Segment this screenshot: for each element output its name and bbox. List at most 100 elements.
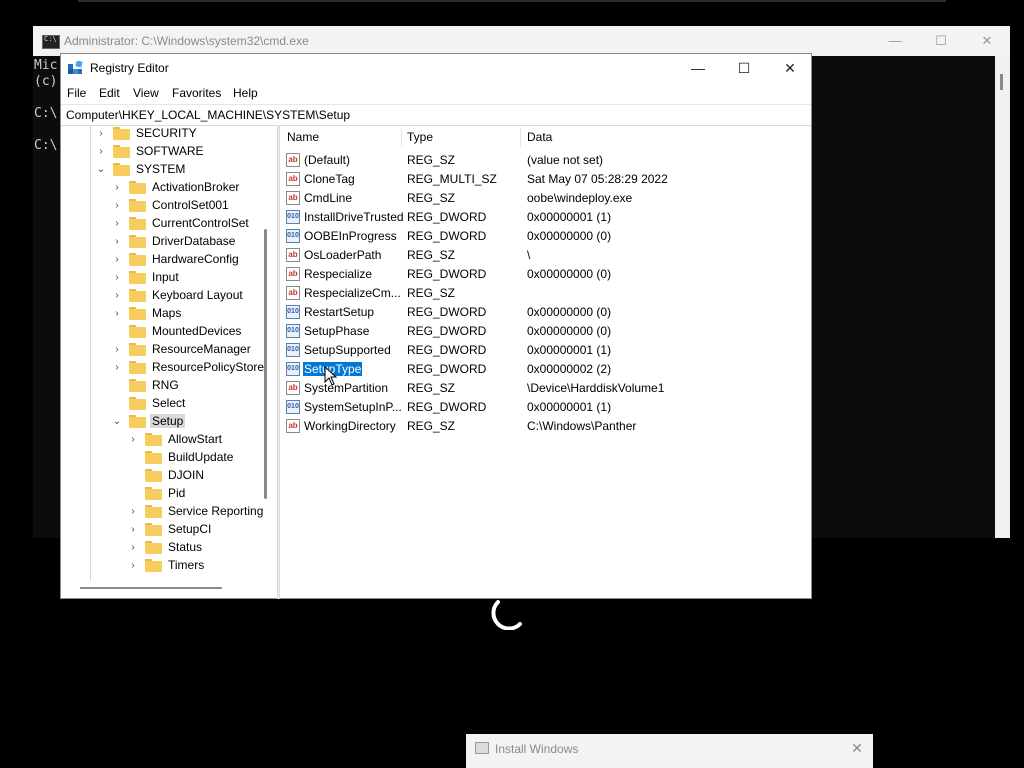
value-row[interactable]: ab (Default) REG_SZ (value not set): [286, 151, 806, 170]
cmd-scrollbar-thumb[interactable]: [1000, 74, 1003, 90]
value-name: RespecializeCm...: [304, 286, 401, 300]
tree-item-label: DJOIN: [168, 468, 204, 482]
value-row[interactable]: 010 SystemSetupInP... REG_DWORD 0x00000001 …: [286, 398, 806, 417]
registry-editor-window[interactable]: Registry Editor — ☐ ✕ File Edit View Fav…: [60, 53, 812, 599]
chevron-right-icon[interactable]: ›: [111, 290, 123, 302]
cmd-scrollbar[interactable]: [995, 56, 1010, 538]
value-row[interactable]: 010 InstallDriveTrusted REG_DWORD 0x0000000…: [286, 208, 806, 227]
regedit-close-button[interactable]: ✕: [767, 54, 813, 82]
tree-item-label: Input: [152, 270, 179, 284]
chevron-right-icon[interactable]: ›: [111, 200, 123, 212]
folder-icon: [129, 271, 146, 284]
tree-item-label: Maps: [152, 306, 182, 320]
regedit-minimize-button[interactable]: —: [675, 54, 721, 82]
value-row[interactable]: 010 OOBEInProgress REG_DWORD 0x00000000 (0): [286, 227, 806, 246]
cmd-title-bar[interactable]: Administrator: C:\Windows\system32\cmd.e…: [33, 26, 1010, 56]
cmd-maximize-button[interactable]: ☐: [918, 26, 964, 56]
loading-spinner-icon: [491, 600, 522, 630]
menu-view[interactable]: View: [133, 86, 159, 100]
menu-favorites[interactable]: Favorites: [172, 86, 221, 100]
column-separator[interactable]: [401, 127, 402, 147]
value-row[interactable]: ab CloneTag REG_MULTI_SZ Sat May 07 05:28:2…: [286, 170, 806, 189]
menu-file[interactable]: File: [67, 86, 86, 100]
tree-item-label: DriverDatabase: [152, 234, 236, 248]
chevron-right-icon[interactable]: ›: [111, 254, 123, 266]
chevron-right-icon[interactable]: ›: [111, 218, 123, 230]
install-windows-window[interactable]: Install Windows ✕: [466, 734, 873, 768]
value-row[interactable]: 010 SetupSupported REG_DWORD 0x00000001 (1): [286, 341, 806, 360]
tree-item-label: CurrentControlSet: [152, 216, 249, 230]
binary-value-icon: 010: [286, 305, 300, 319]
chevron-right-icon[interactable]: ›: [127, 434, 139, 446]
value-row[interactable]: 010 RestartSetup REG_DWORD 0x00000000 (0): [286, 303, 806, 322]
string-value-icon: ab: [286, 172, 300, 186]
tree-item-label: SYSTEM: [136, 162, 186, 176]
value-type: REG_DWORD: [407, 362, 487, 376]
tree-item-label: RNG: [152, 378, 179, 392]
tree-item-label: Select: [152, 396, 186, 410]
value-row[interactable]: ab SystemPartition REG_SZ \Device\HarddiskV…: [286, 379, 806, 398]
folder-icon: [145, 451, 162, 464]
key-tree-pane[interactable]: › SECURITY › SOFTWARE ⌄ SYSTEM › ActivationBrok…: [61, 125, 277, 599]
value-name: OsLoaderPath: [304, 248, 382, 262]
chevron-right-icon[interactable]: ›: [127, 542, 139, 554]
value-name: CloneTag: [304, 172, 355, 186]
tree-horizontal-scrollbar-thumb[interactable]: [80, 587, 222, 589]
value-row[interactable]: ab CmdLine REG_SZ oobe\windeploy.exe: [286, 189, 806, 208]
chevron-right-icon[interactable]: ›: [111, 308, 123, 320]
value-row[interactable]: ab OsLoaderPath REG_SZ \: [286, 246, 806, 265]
chevron-right-icon[interactable]: ›: [95, 146, 107, 158]
chevron-right-icon[interactable]: ›: [111, 344, 123, 356]
folder-icon: [129, 235, 146, 248]
regedit-title-bar[interactable]: Registry Editor — ☐ ✕: [61, 54, 811, 82]
column-header-type[interactable]: Type: [407, 125, 433, 149]
column-header-data[interactable]: Data: [527, 125, 552, 149]
value-data: 0x00000001 (1): [527, 400, 612, 414]
regedit-maximize-button[interactable]: ☐: [721, 54, 767, 82]
chevron-right-icon[interactable]: ›: [95, 128, 107, 140]
address-path[interactable]: Computer\HKEY_LOCAL_MACHINE\SYSTEM\Setup: [66, 108, 350, 122]
folder-icon: [129, 307, 146, 320]
value-row[interactable]: ab Respecialize REG_DWORD 0x00000000 (0): [286, 265, 806, 284]
menu-help[interactable]: Help: [233, 86, 258, 100]
cmd-minimize-button[interactable]: —: [872, 26, 918, 56]
folder-icon: [145, 469, 162, 482]
chevron-down-icon[interactable]: ⌄: [95, 164, 107, 176]
column-separator[interactable]: [520, 127, 521, 147]
chevron-right-icon[interactable]: ›: [127, 560, 139, 572]
tree-vertical-scrollbar[interactable]: [264, 129, 268, 569]
values-list-pane[interactable]: Name Type Data ab (Default) REG_SZ (value n…: [280, 125, 811, 599]
chevron-right-icon[interactable]: ›: [111, 182, 123, 194]
value-data: 0x00000000 (0): [527, 305, 612, 319]
value-type: REG_MULTI_SZ: [407, 172, 497, 186]
menu-edit[interactable]: Edit: [99, 86, 120, 100]
string-value-icon: ab: [286, 419, 300, 433]
value-name: SetupSupported: [304, 343, 391, 357]
value-row[interactable]: 010 SetupPhase REG_DWORD 0x00000000 (0): [286, 322, 806, 341]
setup-icon: [475, 742, 489, 754]
value-name: OOBEInProgress: [304, 229, 397, 243]
tree-guide-line: [90, 125, 91, 581]
value-row[interactable]: ab WorkingDirectory REG_SZ C:\Windows\Panth…: [286, 417, 806, 436]
chevron-right-icon[interactable]: ›: [111, 362, 123, 374]
value-row[interactable]: ab RespecializeCm... REG_SZ: [286, 284, 806, 303]
value-name: WorkingDirectory: [304, 419, 396, 433]
column-header-name[interactable]: Name: [287, 125, 319, 149]
value-row[interactable]: 010 SetupType REG_DWORD 0x00000002 (2): [286, 360, 806, 379]
chevron-down-icon[interactable]: ⌄: [111, 416, 123, 428]
address-bar[interactable]: Computer\HKEY_LOCAL_MACHINE\SYSTEM\Setup: [61, 104, 811, 126]
background-window-edge: [78, 0, 946, 2]
chevron-right-icon[interactable]: ›: [127, 524, 139, 536]
chevron-right-icon[interactable]: ›: [111, 272, 123, 284]
tree-item-label: SECURITY: [136, 126, 197, 140]
binary-value-icon: 010: [286, 324, 300, 338]
cmd-close-button[interactable]: ✕: [964, 26, 1010, 56]
folder-icon: [113, 127, 130, 140]
value-type: REG_DWORD: [407, 400, 487, 414]
tree-item-label: AllowStart: [168, 432, 223, 446]
chevron-right-icon: [127, 452, 139, 464]
chevron-right-icon[interactable]: ›: [111, 236, 123, 248]
chevron-right-icon[interactable]: ›: [127, 506, 139, 518]
tree-item-label: HardwareConfig: [152, 252, 239, 266]
install-close-button[interactable]: ✕: [847, 738, 867, 758]
